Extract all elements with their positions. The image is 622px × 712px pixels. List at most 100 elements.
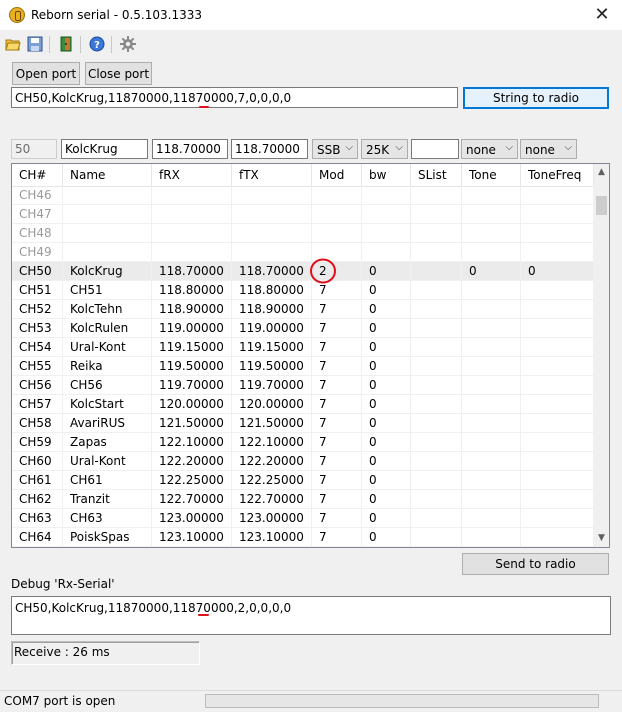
cell-ftx[interactable]: 123.10000 bbox=[232, 528, 312, 547]
cell-name[interactable] bbox=[63, 224, 152, 243]
table-row[interactable]: CH50 KolcKrug 118.70000 118.70000 2 0 0 0 bbox=[12, 262, 594, 281]
send-to-radio-button[interactable]: Send to radio bbox=[462, 553, 609, 575]
table-row[interactable]: CH54 Ural-Kont 119.15000 119.15000 7 0 bbox=[12, 338, 594, 357]
table-row[interactable]: CH56 CH56 119.70000 119.70000 7 0 bbox=[12, 376, 594, 395]
table-row[interactable]: CH51 CH51 118.80000 118.80000 7 0 bbox=[12, 281, 594, 300]
cell-ftx[interactable]: 122.20000 bbox=[232, 452, 312, 471]
cell-tone[interactable] bbox=[462, 319, 521, 338]
cell-name[interactable]: CH61 bbox=[63, 471, 152, 490]
column-header-frx[interactable]: fRX bbox=[152, 164, 232, 186]
channel-table[interactable]: CH# Name fRX fTX Mod bw SList Tone ToneFreq CH46… bbox=[11, 163, 610, 548]
close-window-button[interactable]: ✕ bbox=[590, 4, 614, 26]
cell-tone[interactable] bbox=[462, 433, 521, 452]
cell-ftx[interactable] bbox=[232, 243, 312, 262]
scroll-down-icon[interactable]: ▼ bbox=[594, 530, 609, 547]
cell-mod[interactable]: 7 bbox=[312, 376, 362, 395]
table-row[interactable]: CH60 Ural-Kont 122.20000 122.20000 7 0 bbox=[12, 452, 594, 471]
cell-tone[interactable] bbox=[462, 528, 521, 547]
cell-slist[interactable] bbox=[411, 205, 462, 224]
cell-tonefreq[interactable] bbox=[521, 281, 594, 300]
cell-ch[interactable]: CH60 bbox=[12, 452, 63, 471]
cell-frx[interactable]: 122.25000 bbox=[152, 471, 232, 490]
cell-tonefreq[interactable] bbox=[521, 186, 594, 205]
cell-ftx[interactable]: 119.50000 bbox=[232, 357, 312, 376]
cell-ftx[interactable] bbox=[232, 205, 312, 224]
cell-name[interactable]: Ural-Kont bbox=[63, 338, 152, 357]
cell-bw[interactable]: 0 bbox=[362, 319, 411, 338]
cell-bw[interactable]: 0 bbox=[362, 357, 411, 376]
table-row[interactable]: CH47 bbox=[12, 205, 594, 224]
cell-name[interactable]: KolcKrug bbox=[63, 262, 152, 281]
cell-tone[interactable] bbox=[462, 281, 521, 300]
cell-slist[interactable] bbox=[411, 452, 462, 471]
cell-frx[interactable]: 119.00000 bbox=[152, 319, 232, 338]
cell-ch[interactable]: CH59 bbox=[12, 433, 63, 452]
cell-mod[interactable]: 7 bbox=[312, 338, 362, 357]
cell-name[interactable] bbox=[63, 243, 152, 262]
cell-frx[interactable]: 121.50000 bbox=[152, 414, 232, 433]
cell-frx[interactable]: 118.90000 bbox=[152, 300, 232, 319]
cell-mod[interactable] bbox=[312, 186, 362, 205]
cell-ch[interactable]: CH55 bbox=[12, 357, 63, 376]
cell-tone[interactable] bbox=[462, 452, 521, 471]
cell-ftx[interactable]: 118.90000 bbox=[232, 300, 312, 319]
cell-slist[interactable] bbox=[411, 338, 462, 357]
cell-bw[interactable]: 0 bbox=[362, 414, 411, 433]
command-string-input[interactable] bbox=[11, 87, 458, 108]
tonefreq-select[interactable]: none ⌵ bbox=[520, 139, 577, 159]
cell-tonefreq[interactable] bbox=[521, 452, 594, 471]
column-header-slist[interactable]: SList bbox=[411, 164, 462, 186]
cell-tonefreq[interactable] bbox=[521, 338, 594, 357]
table-row[interactable]: CH57 KolcStart 120.00000 120.00000 7 0 bbox=[12, 395, 594, 414]
scroll-up-icon[interactable]: ▲ bbox=[594, 164, 609, 181]
cell-tonefreq[interactable] bbox=[521, 414, 594, 433]
cell-tonefreq[interactable] bbox=[521, 395, 594, 414]
cell-bw[interactable]: 0 bbox=[362, 471, 411, 490]
cell-slist[interactable] bbox=[411, 262, 462, 281]
cell-tone[interactable]: 0 bbox=[462, 262, 521, 281]
cell-ftx[interactable]: 120.00000 bbox=[232, 395, 312, 414]
cell-slist[interactable] bbox=[411, 414, 462, 433]
cell-name[interactable]: KolcStart bbox=[63, 395, 152, 414]
table-row[interactable]: CH53 KolcRulen 119.00000 119.00000 7 0 bbox=[12, 319, 594, 338]
cell-bw[interactable]: 0 bbox=[362, 509, 411, 528]
cell-slist[interactable] bbox=[411, 376, 462, 395]
cell-bw[interactable]: 0 bbox=[362, 452, 411, 471]
cell-frx[interactable]: 122.10000 bbox=[152, 433, 232, 452]
tone-select[interactable]: none ⌵ bbox=[461, 139, 518, 159]
cell-ch[interactable]: CH63 bbox=[12, 509, 63, 528]
table-row[interactable]: CH48 bbox=[12, 224, 594, 243]
cell-slist[interactable] bbox=[411, 471, 462, 490]
table-row[interactable]: CH49 bbox=[12, 243, 594, 262]
cell-name[interactable]: KolcTehn bbox=[63, 300, 152, 319]
string-to-radio-button[interactable]: String to radio bbox=[463, 87, 609, 109]
table-row[interactable]: CH59 Zapas 122.10000 122.10000 7 0 bbox=[12, 433, 594, 452]
column-header-tone[interactable]: Tone bbox=[462, 164, 521, 186]
cell-mod[interactable] bbox=[312, 224, 362, 243]
cell-tonefreq[interactable] bbox=[521, 224, 594, 243]
table-row[interactable]: CH64 PoiskSpas 123.10000 123.10000 7 0 bbox=[12, 528, 594, 547]
cell-bw[interactable] bbox=[362, 205, 411, 224]
column-header-tonefreq[interactable]: ToneFreq bbox=[521, 164, 594, 186]
cell-name[interactable] bbox=[63, 186, 152, 205]
channel-name-field[interactable] bbox=[61, 139, 148, 159]
help-icon[interactable]: ? bbox=[89, 36, 105, 52]
cell-mod[interactable]: 7 bbox=[312, 509, 362, 528]
table-row[interactable]: CH61 CH61 122.25000 122.25000 7 0 bbox=[12, 471, 594, 490]
cell-ch[interactable]: CH54 bbox=[12, 338, 63, 357]
cell-frx[interactable]: 118.80000 bbox=[152, 281, 232, 300]
cell-mod[interactable]: 7 bbox=[312, 300, 362, 319]
cell-frx[interactable] bbox=[152, 224, 232, 243]
cell-tone[interactable] bbox=[462, 357, 521, 376]
cell-tonefreq[interactable] bbox=[521, 243, 594, 262]
cell-ch[interactable]: CH58 bbox=[12, 414, 63, 433]
exit-icon[interactable] bbox=[58, 36, 74, 52]
cell-tonefreq[interactable] bbox=[521, 528, 594, 547]
slist-field[interactable] bbox=[411, 139, 459, 159]
save-icon[interactable] bbox=[27, 36, 43, 52]
cell-tone[interactable] bbox=[462, 243, 521, 262]
cell-frx[interactable]: 122.70000 bbox=[152, 490, 232, 509]
cell-ftx[interactable]: 119.15000 bbox=[232, 338, 312, 357]
cell-mod[interactable]: 7 bbox=[312, 490, 362, 509]
cell-ch[interactable]: CH50 bbox=[12, 262, 63, 281]
